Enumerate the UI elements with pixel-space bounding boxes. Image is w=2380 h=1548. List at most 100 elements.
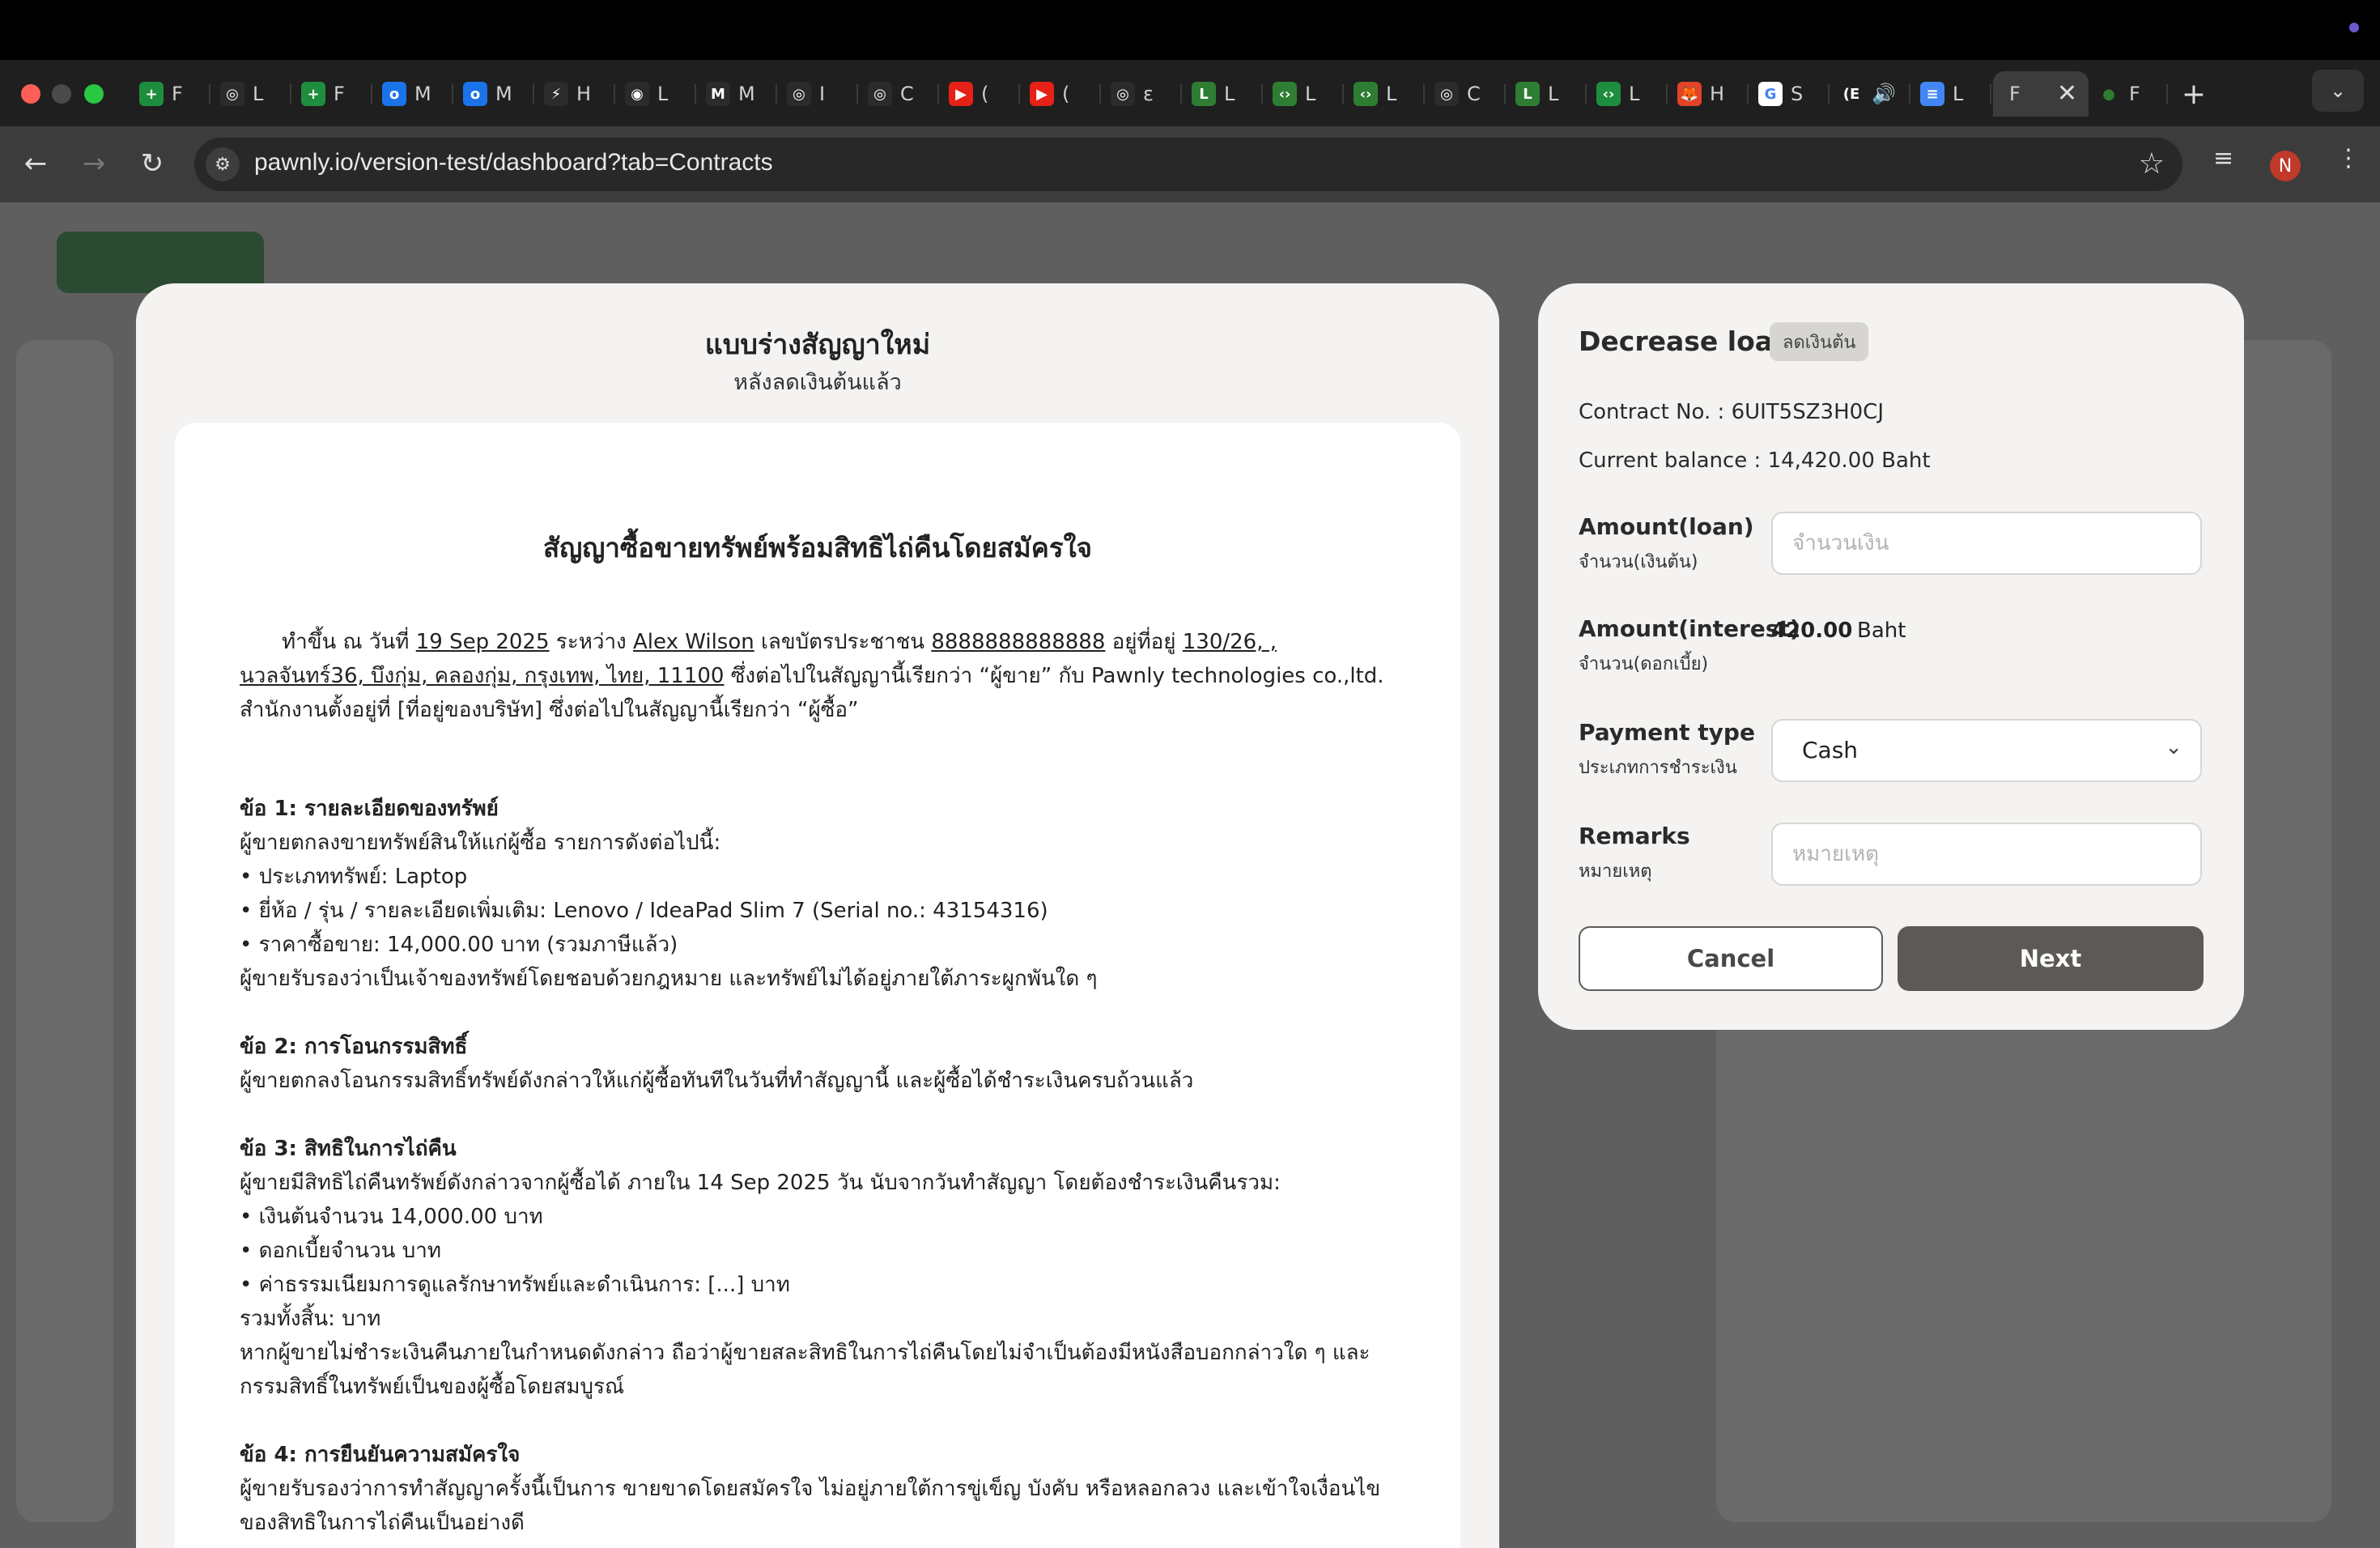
tab-title: F [172,83,183,105]
preview-subtitle: หลังลดเงินต้นแล้ว [733,370,902,395]
active-browser-tab[interactable]: F ✕ [1993,71,2089,117]
contract-body: ทำขึ้น ณ วันที่ 19 Sep 2025 ระหว่าง Alex… [240,625,1405,1540]
tab-title: M [738,83,755,105]
browser-menu-icon[interactable]: ⋮ [2336,144,2361,172]
amount-interest-value: 420.00 [1771,619,1853,643]
close-window-button[interactable] [21,84,40,104]
browser-tab[interactable]: ‹› L [1588,71,1669,117]
forward-button[interactable]: → [74,144,113,183]
contract-line: ผู้ขายรับรองว่าการทำสัญญาครั้งนี้เป็นการ… [240,1477,1381,1535]
intro-text: ระหว่าง [549,630,634,654]
tab-title: L [1953,83,1964,105]
tab-strip: + F ◎ L + Fo Mo M ⚡ H ◉ L M M ◎ I ◎ C ▶(▶(◎ ε L L ‹› L ‹› L ◎ C L L ‹›… [0,60,2380,126]
media-control-icon[interactable]: ≡ [2213,144,2233,172]
contract-line: • เงินต้นจำนวน 14,000.00 บาท [240,1205,543,1229]
amount-loan-input[interactable] [1771,512,2202,575]
bookmark-star-icon[interactable]: ☆ [2139,147,2165,181]
browser-tab[interactable]: ⚡ H [536,71,617,117]
browser-tab[interactable]: ◉ L [617,71,698,117]
address-bar-row: ← → ↻ ⚙ pawnly.io/version-test/dashboard… [0,126,2380,202]
contract-preview-modal: แบบร่างสัญญาใหม่ หลังลดเงินต้นแล้ว สัญญา… [136,283,1499,1548]
browser-tab[interactable]: 🦊 H [1669,71,1750,117]
intro-text: ทำขึ้น ณ วันที่ [282,630,416,654]
browser-tab[interactable]: + F [131,71,212,117]
browser-tab[interactable]: ◎ C [1426,71,1507,117]
section-heading: ข้อ 3: สิทธิในการไถ่คืน [240,1137,457,1161]
tab-favicon-icon: ⚡ [544,82,568,106]
section-lines: ผู้ขายมีสิทธิไถ่คืนทรัพย์ดังกล่าวจากผู้ซ… [240,1166,1405,1404]
new-tab-button[interactable]: + [2170,78,2218,111]
browser-tab[interactable]: ≡ L [1912,71,1993,117]
tab-favicon-icon: ‹› [1273,82,1297,106]
tab-favicon-icon: M [706,82,730,106]
browser-tab[interactable]: GS [1750,71,1831,117]
site-settings-icon[interactable]: ⚙ [206,147,240,181]
tab-favicon-icon: G [1758,82,1783,106]
maximize-window-button[interactable] [84,84,104,104]
browser-tab[interactable]: MM [698,71,779,117]
tab-list: + F ◎ L + Fo Mo M ⚡ H ◉ L M M ◎ I ◎ C ▶(▶(◎ ε L L ‹› L ‹› L ◎ C L L ‹›… [131,71,2218,117]
omnibox[interactable]: ⚙ pawnly.io/version-test/dashboard?tab=C… [194,138,2182,191]
profile-avatar[interactable]: N [2270,151,2301,181]
url-text[interactable]: pawnly.io/version-test/dashboard?tab=Con… [254,149,773,176]
contract-line: • ดอกเบี้ยจำนวน บาท [240,1239,441,1263]
payment-type-sublabel: ประเภทการชำระเงิน [1579,758,1737,778]
intro-text: เลขบัตรประชาชน [754,630,932,654]
modal-title: Decrease loan [1579,325,1792,357]
amount-loan-sublabel: จำนวน(เงินต้น) [1579,552,1698,572]
browser-tab[interactable]: ◎ L [212,71,293,117]
tab-favicon-icon: ● [2102,85,2115,103]
tab-favicon-icon: ◎ [1434,82,1459,106]
browser-tab[interactable]: oM [455,71,536,117]
back-button[interactable]: ← [16,144,55,183]
tab-title: H [1710,83,1725,105]
payment-type-select[interactable]: Cash ⌄ [1771,719,2202,782]
tab-favicon-icon: + [301,82,325,106]
tab-title: M [414,83,431,105]
tab-title: ( [981,83,989,105]
browser-tab[interactable]: ◎ ε [1103,71,1184,117]
browser-tab[interactable]: LL [1184,71,1264,117]
minimize-window-button[interactable] [52,84,71,104]
browser-tab[interactable]: ‹› L [1264,71,1345,117]
browser-tab[interactable]: ‹› L [1345,71,1426,117]
preview-title: แบบร่างสัญญาใหม่ [704,329,931,361]
amount-interest-sublabel: จำนวน(ดอกเบี้ย) [1579,654,1709,674]
browser-tab[interactable]: + F [293,71,374,117]
tab-title: L [657,83,669,105]
background-sidebar [16,340,113,1522]
tab-favicon-icon: ◎ [220,82,244,106]
remarks-sublabel: หมายเหตุ [1579,861,1652,882]
section-heading: ข้อ 1: รายละเอียดของทรัพย์ [240,797,499,821]
amount-interest-unit: Baht [1857,619,1906,643]
browser-tab[interactable]: ● F [2089,71,2170,117]
tab-favicon-icon: o [382,82,406,106]
browser-tab[interactable]: ◎ C [860,71,941,117]
browser-tab[interactable]: ▶( [1022,71,1103,117]
status-badge: ลดเงินต้น [1770,322,1869,361]
tab-favicon-icon: ≡ [1920,82,1944,106]
close-tab-icon[interactable]: ✕ [2057,79,2077,108]
tab-title: L [1629,83,1640,105]
contract-line: หากผู้ขายไม่ชำระเงินคืนภายในกำหนดดังกล่า… [240,1341,1371,1399]
remarks-input[interactable] [1771,823,2202,886]
tab-title: F [2129,83,2140,105]
tab-title: F [334,83,345,105]
browser-tab[interactable]: oM [374,71,455,117]
next-button[interactable]: Next [1898,926,2204,991]
browser-tab[interactable]: (E 🔊 [1831,71,1912,117]
browser-tab[interactable]: ▶( [941,71,1022,117]
tab-search-button[interactable]: ⌄ [2312,70,2364,112]
contract-document: สัญญาซื้อขายทรัพย์พร้อมสิทธิไถ่คืนโดยสมั… [175,423,1460,1548]
tab-favicon-icon: ◎ [787,82,811,106]
browser-tab[interactable]: LL [1507,71,1588,117]
cancel-button[interactable]: Cancel [1579,926,1883,991]
tab-title: C [1467,83,1481,105]
tab-title: C [900,83,914,105]
contract-date: 19 Sep 2025 [415,630,550,654]
tab-title: L [1548,83,1559,105]
browser-tab[interactable]: ◎ I [779,71,860,117]
reload-button[interactable]: ↻ [133,144,172,183]
contract-line: ผู้ขายตกลงโอนกรรมสิทธิ์ทรัพย์ดังกล่าวให้… [240,1069,1194,1093]
payment-type-value: Cash [1802,737,1859,763]
